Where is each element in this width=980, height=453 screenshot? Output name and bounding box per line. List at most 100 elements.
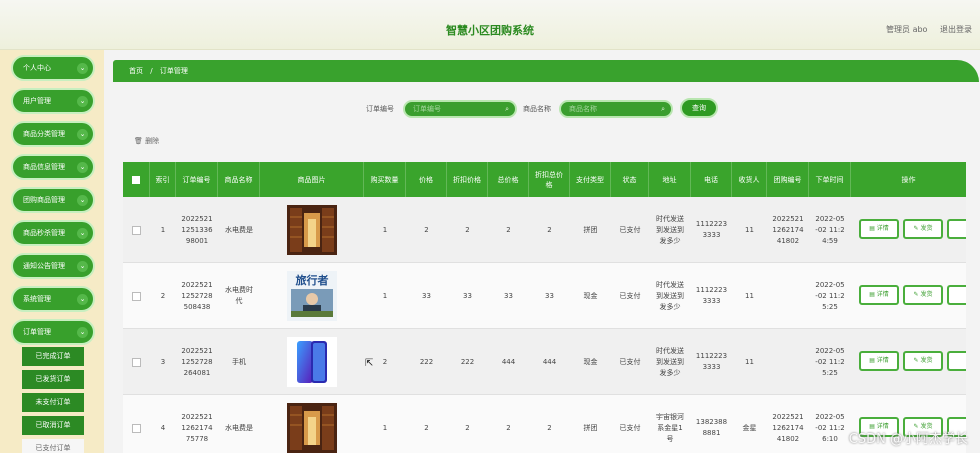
cell-discount-price: 222: [460, 357, 475, 366]
cell-receiver: 金星: [742, 423, 757, 432]
sidebar-item-label: 系统管理: [23, 295, 51, 303]
sidebar-item-users[interactable]: 用户管理 ⌄: [11, 88, 95, 114]
sidebar-item-system[interactable]: 系统管理 ⌄: [11, 286, 95, 312]
submenu-shipped-orders[interactable]: 已发货订单: [22, 370, 84, 389]
submenu-completed-orders[interactable]: 已完成订单: [22, 347, 84, 366]
cell-status: 已支付: [619, 357, 641, 366]
product-name-input[interactable]: 商品名称 ⌕: [559, 100, 673, 118]
mouse-cursor-icon: ⇱: [365, 358, 374, 369]
col-header: 状态: [611, 162, 649, 197]
order-no-label: 订单编号: [366, 105, 394, 113]
row-checkbox[interactable]: [132, 225, 141, 235]
row-checkbox-cell[interactable]: [123, 329, 150, 395]
order-no-input[interactable]: 订单编号 ⌕: [403, 100, 517, 118]
col-header: 下单时间: [809, 162, 851, 197]
cell-total: 444: [501, 357, 516, 366]
app-title: 智慧小区团购系统: [446, 24, 534, 37]
cell-phone: 1112223 3333: [695, 352, 728, 371]
breadcrumb-home[interactable]: 首页: [129, 67, 143, 75]
detail-icon: ▤: [869, 225, 875, 232]
submenu-cancelled-orders[interactable]: 已取消订单: [22, 416, 84, 435]
sidebar-item-products[interactable]: 商品信息管理 ⌄: [11, 154, 95, 180]
header-select-all[interactable]: [123, 162, 150, 197]
col-header: 索引: [150, 162, 176, 197]
cell-product-name: 手机: [232, 357, 246, 366]
row-checkbox[interactable]: [132, 357, 141, 367]
cell-index: 4: [160, 423, 166, 432]
cell-address: 时代发送 到发送到 发多少: [656, 214, 684, 245]
col-header: 支付类型: [570, 162, 611, 197]
sidebar-item-flash-sale[interactable]: 商品秒杀管理 ⌄: [11, 220, 95, 246]
cell-discount-price: 2: [465, 225, 470, 234]
ship-button[interactable]: ✎ 发货: [903, 351, 943, 371]
cell-phone: 1112223 3333: [695, 220, 728, 239]
row-checkbox[interactable]: [132, 423, 141, 433]
cell-product-name: 水电费是: [225, 225, 253, 234]
query-button[interactable]: 查询: [680, 98, 718, 118]
sidebar-item-orders[interactable]: 订单管理 ⌄: [11, 319, 95, 345]
cell-quantity: 1: [382, 423, 388, 432]
sidebar-item-notices[interactable]: 通知公告管理 ⌄: [11, 253, 95, 279]
cell-group-no: [767, 263, 809, 329]
cell-address: 时代发送 到发送到 发多少: [656, 346, 684, 377]
table-row: 1 2022521 1251336 98001 水电费是 1 2 2 2 2 拼…: [123, 197, 966, 263]
logout-link[interactable]: 退出登录: [940, 25, 972, 34]
cell-receiver: 11: [745, 291, 754, 300]
cell-order-no: 2022521 1252728 264081: [181, 346, 213, 377]
select-all-checkbox[interactable]: [132, 175, 140, 184]
row-checkbox[interactable]: [132, 291, 141, 301]
cell-price: 33: [422, 291, 431, 300]
sidebar-item-personal-center[interactable]: 个人中心 ⌄: [11, 55, 95, 81]
ship-button[interactable]: ✎ 发货: [903, 219, 943, 239]
col-header: 电话: [691, 162, 732, 197]
delete-label: 删除: [145, 137, 160, 145]
cell-order-time: 2022-05 -02 11:2 5:25: [815, 280, 845, 311]
product-thumbnail-phone: [287, 337, 337, 387]
sidebar-item-group-buy[interactable]: 团购商品管理 ⌄: [11, 187, 95, 213]
submenu-unpaid-orders[interactable]: 未支付订单: [22, 393, 84, 412]
cell-discount-total: 33: [545, 291, 554, 300]
cell-pay-type: 现金: [583, 357, 598, 366]
row-checkbox-cell[interactable]: [123, 197, 150, 263]
row-checkbox-cell[interactable]: [123, 395, 150, 453]
ship-button[interactable]: ✎ 发货: [903, 285, 943, 305]
cell-product-name: 水电费是: [225, 423, 253, 432]
detail-label: 详情: [876, 225, 889, 232]
cell-group-no: 2022521 1262174 41802: [772, 214, 804, 245]
search-icon: ⌕: [505, 105, 509, 113]
cell-discount-total: 2: [547, 225, 552, 234]
cell-group-no: 2022521 1262174 41802: [772, 412, 804, 443]
col-header: 折扣总价格: [529, 162, 570, 197]
cell-pay-type: 拼团: [583, 423, 598, 432]
delete-button[interactable]: 🗑 删除: [134, 136, 159, 146]
more-action-button[interactable]: [947, 285, 966, 305]
col-header: 购买数量: [364, 162, 406, 197]
detail-button[interactable]: ▤ 详情: [859, 351, 899, 371]
cell-order-no: 2022521 1262174 75778: [181, 412, 213, 443]
chevron-down-icon: ⌄: [77, 129, 88, 140]
cell-price: 2: [424, 225, 429, 234]
cell-quantity: 1: [382, 225, 388, 234]
sidebar: 个人中心 ⌄ 用户管理 ⌄ 商品分类管理 ⌄ 商品信息管理 ⌄ 团购商品管理 ⌄ 商品秒杀…: [0, 50, 104, 453]
product-thumbnail-travel: 旅行者: [287, 271, 337, 321]
cell-price: 2: [424, 423, 429, 432]
detail-button[interactable]: ▤ 详情: [859, 219, 899, 239]
chevron-down-icon: ⌄: [77, 195, 88, 206]
trash-icon: 🗑: [134, 137, 143, 145]
submenu-paid-orders[interactable]: 已支付订单: [22, 439, 84, 453]
row-checkbox-cell[interactable]: [123, 263, 150, 329]
cell-image: [260, 329, 364, 395]
cell-order-no: 2022521 1252728 508438: [181, 280, 213, 311]
product-name-placeholder: 商品名称: [569, 105, 597, 113]
detail-button[interactable]: ▤ 详情: [859, 285, 899, 305]
cell-phone: 1382388 8881: [695, 418, 728, 437]
ship-icon: ✎: [913, 225, 919, 232]
more-action-button[interactable]: [947, 351, 966, 371]
more-action-button[interactable]: [947, 219, 966, 239]
sidebar-item-label: 用户管理: [23, 97, 51, 105]
cell-address: 时代发送 到发送到 发多少: [656, 280, 684, 311]
chevron-down-icon: ⌄: [77, 261, 88, 272]
cell-order-no: 2022521 1251336 98001: [181, 214, 213, 245]
sidebar-item-label: 订单管理: [23, 328, 51, 336]
sidebar-item-category[interactable]: 商品分类管理 ⌄: [11, 121, 95, 147]
